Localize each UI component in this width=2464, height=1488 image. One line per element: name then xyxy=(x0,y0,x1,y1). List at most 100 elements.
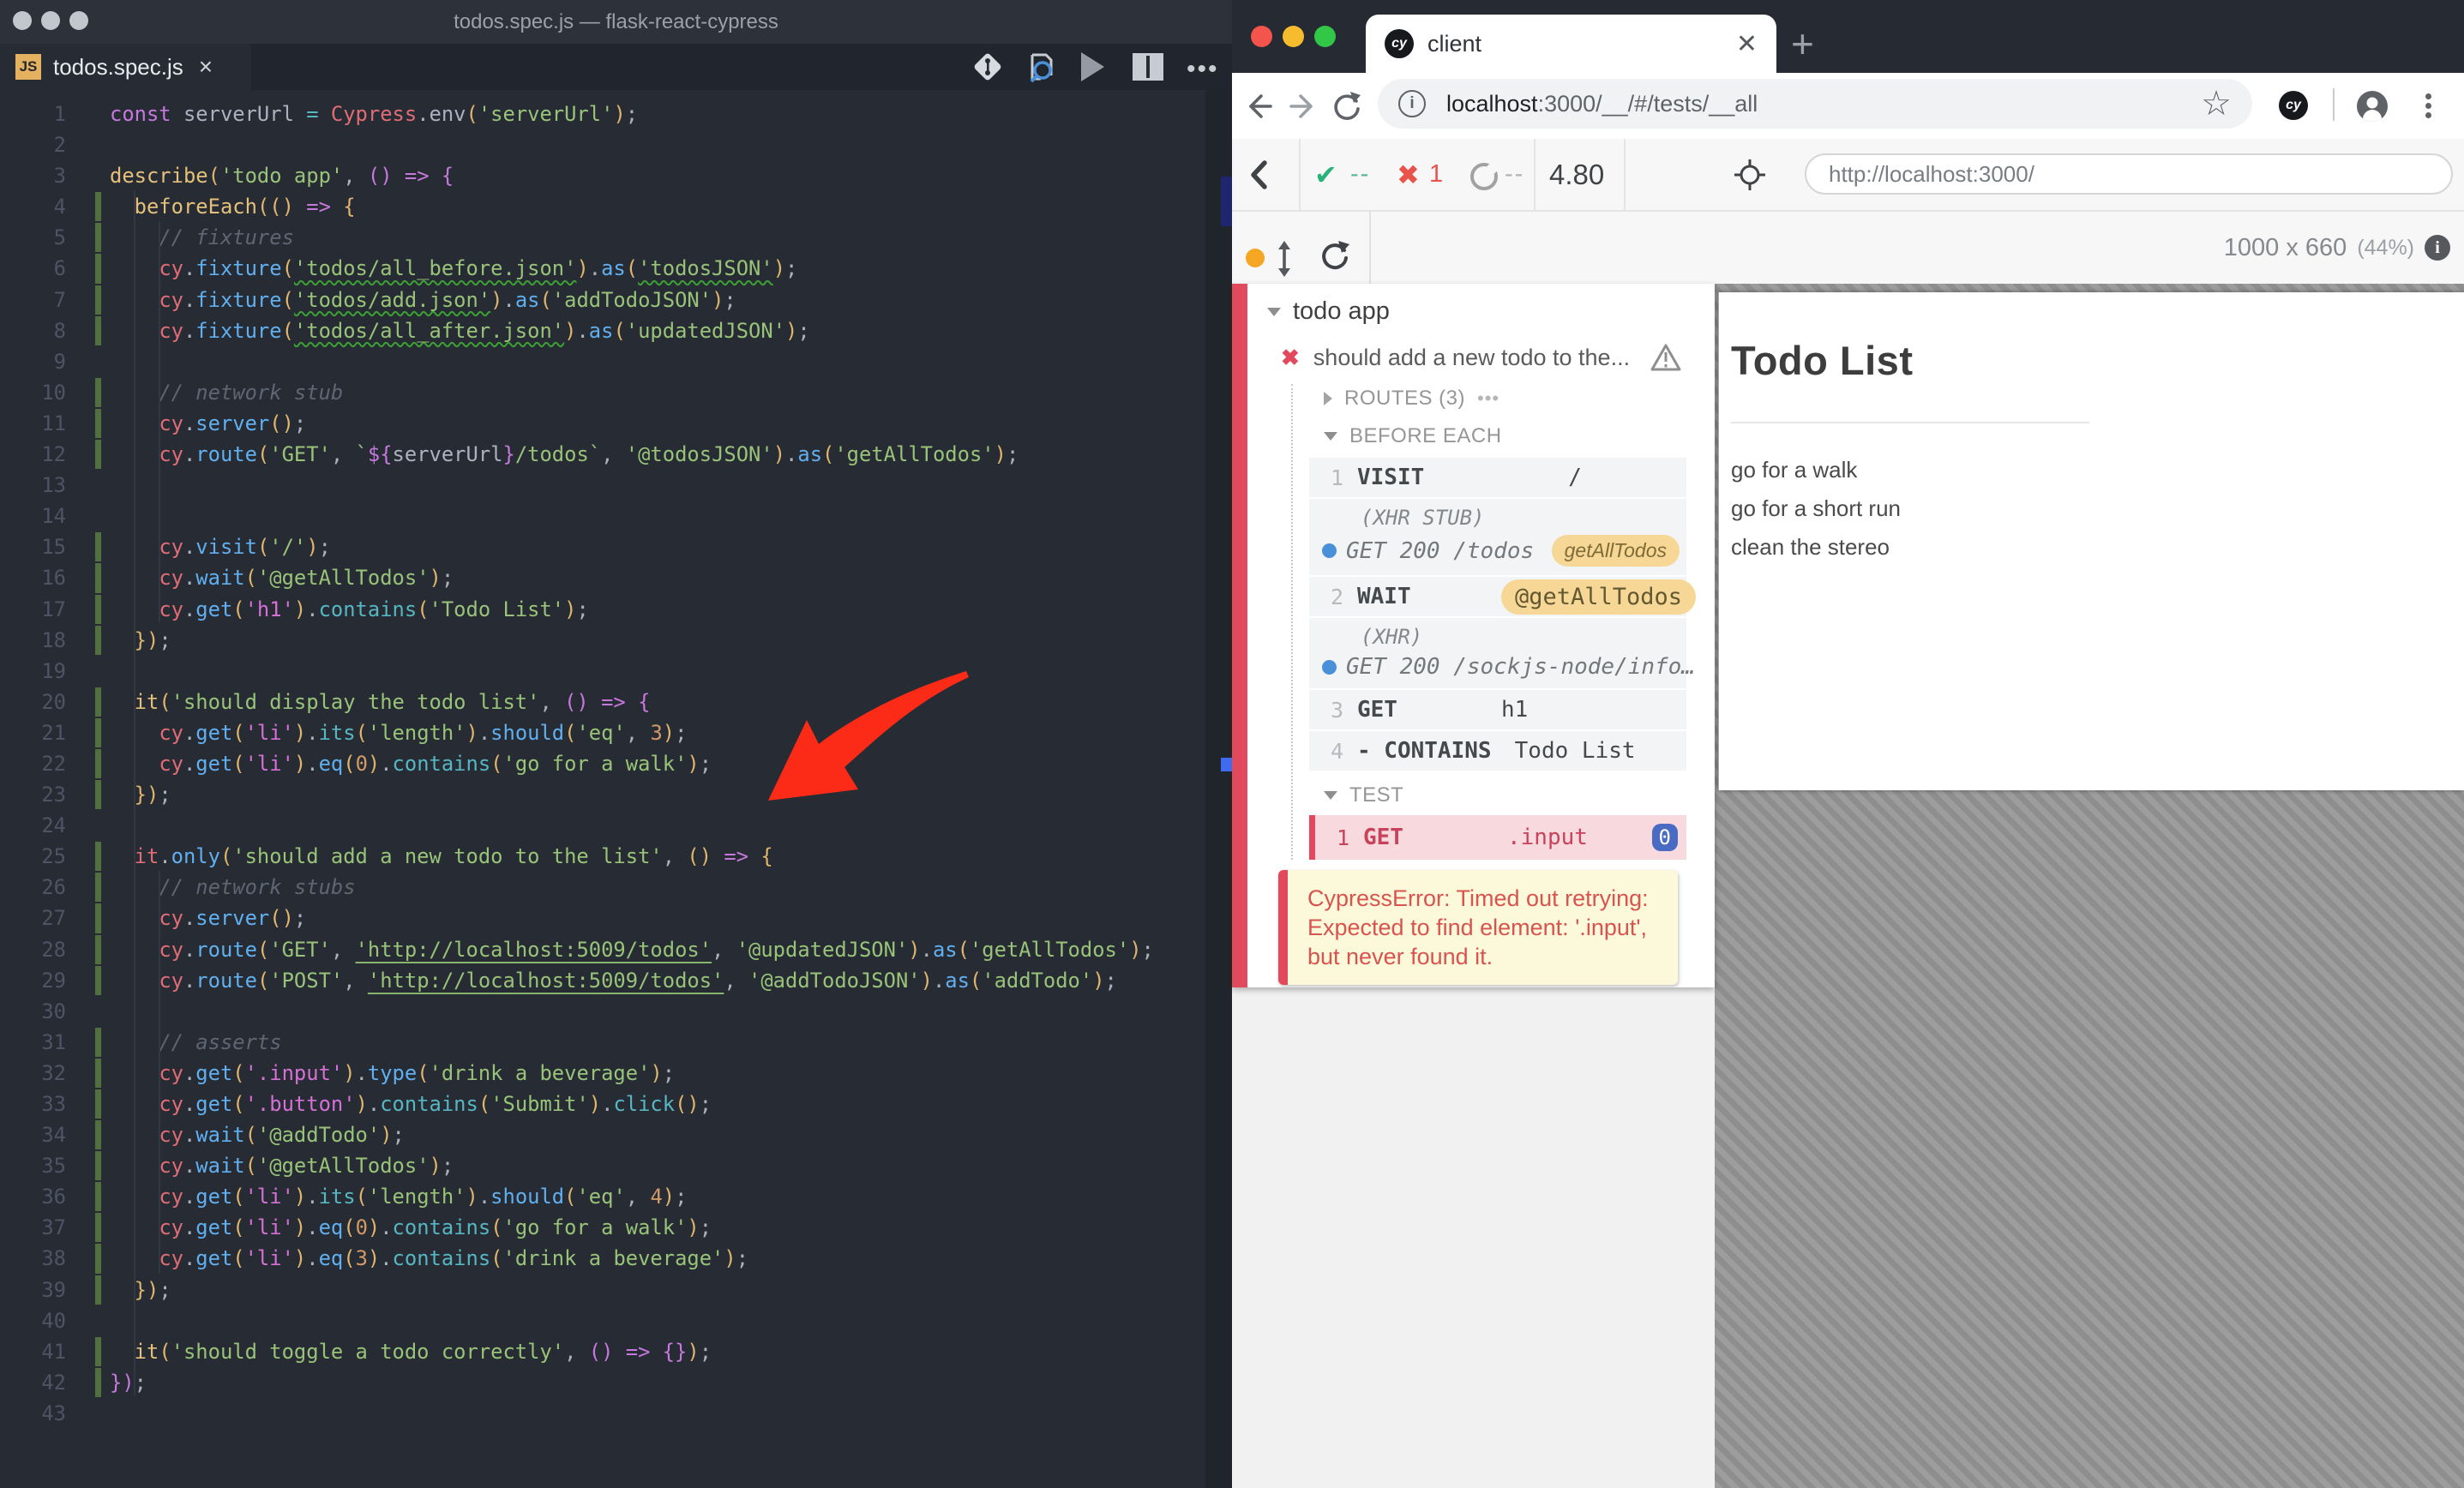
code-line[interactable]: 26 // network stubs xyxy=(0,872,1205,903)
editor-tab-todos-spec[interactable]: JS todos.spec.js × xyxy=(0,44,251,90)
code-line[interactable]: 38 cy.get('li').eq(3).contains('drink a … xyxy=(0,1243,1205,1274)
traffic-light-close-icon[interactable] xyxy=(1251,26,1272,47)
code-line[interactable]: 20 it('should display the todo list', ()… xyxy=(0,687,1205,717)
code-line[interactable]: 21 cy.get('li').its('length').should('eq… xyxy=(0,717,1205,748)
code-line[interactable]: 34 cy.wait('@addTodo'); xyxy=(0,1119,1205,1150)
profile-avatar-icon[interactable] xyxy=(2357,91,2388,122)
more-icon[interactable]: ••• xyxy=(1477,387,1499,410)
run-icon[interactable] xyxy=(1077,50,1108,84)
code-line[interactable]: 10 // network stub xyxy=(0,377,1205,408)
cypress-extension-icon[interactable]: cy xyxy=(2279,91,2308,120)
code-editor[interactable]: 1 const serverUrl = Cypress.env('serverUr… xyxy=(0,99,1205,1429)
page-info-icon[interactable]: i xyxy=(1398,90,1426,117)
code-line[interactable]: 19 xyxy=(0,656,1205,687)
more-actions-icon[interactable]: ••• xyxy=(1187,55,1219,84)
code-line[interactable]: 13 xyxy=(0,470,1205,501)
code-line[interactable]: 16 cy.wait('@getAllTodos'); xyxy=(0,562,1205,593)
code-line[interactable]: 4 beforeEach(() => { xyxy=(0,191,1205,222)
search-editor-icon[interactable] xyxy=(1022,50,1058,86)
forward-icon[interactable] xyxy=(1287,90,1319,123)
before-each-section[interactable]: BEFORE EACH xyxy=(1293,422,1715,451)
routes-section[interactable]: ROUTES (3) ••• xyxy=(1293,384,1715,413)
aut-url-input[interactable]: http://localhost:3000/ xyxy=(1805,153,2453,195)
xhr-row[interactable]: (XHR) GET 200 /sockjs-node/info… xyxy=(1309,618,1695,690)
code-line[interactable]: 40 xyxy=(0,1305,1205,1336)
failed-test-row[interactable]: ✖ should add a new todo to the... xyxy=(1281,343,1682,372)
todo-item[interactable]: clean the stereo xyxy=(1731,528,2464,567)
code-line[interactable]: 17 cy.get('h1').contains('Todo List'); xyxy=(0,594,1205,625)
code-line[interactable]: 5 // fixtures xyxy=(0,222,1205,253)
code-line[interactable]: 24 xyxy=(0,810,1205,841)
command-row[interactable]: 2 WAIT @getAllTodos xyxy=(1309,577,1697,618)
todo-item[interactable]: go for a short run xyxy=(1731,489,2464,528)
back-chevron-icon[interactable] xyxy=(1247,159,1271,190)
code-line[interactable]: 30 xyxy=(0,996,1205,1027)
code-line[interactable]: 25 it.only('should add a new todo to the… xyxy=(0,841,1205,872)
code-line[interactable]: 12 cy.route('GET', `${serverUrl}/todos`,… xyxy=(0,439,1205,470)
suite-todo-app[interactable]: todo app xyxy=(1267,297,1715,326)
caret-down-icon[interactable] xyxy=(1267,307,1281,316)
code-line[interactable]: 2 xyxy=(0,129,1205,160)
address-bar[interactable]: i localhost:3000/__/#/tests/__all ☆ xyxy=(1378,79,2252,129)
reload-icon[interactable] xyxy=(1330,90,1364,124)
editor-scrollbar-gutter[interactable] xyxy=(1205,90,1232,1488)
code-line[interactable]: 18 }); xyxy=(0,625,1205,656)
code-line[interactable]: 31 // asserts xyxy=(0,1027,1205,1058)
caret-down-icon[interactable] xyxy=(1324,791,1337,800)
command-row[interactable]: 3 GET h1 xyxy=(1309,690,1686,731)
code-line[interactable]: 3 describe('todo app', () => { xyxy=(0,160,1205,191)
todo-item[interactable]: go for a walk xyxy=(1731,451,2464,489)
split-editor-icon[interactable] xyxy=(1130,50,1166,84)
code-line[interactable]: 6 cy.fixture('todos/all_before.json').as… xyxy=(0,253,1205,284)
browser-menu-icon[interactable] xyxy=(2425,90,2432,122)
code-line[interactable]: 22 cy.get('li').eq(0).contains('go for a… xyxy=(0,748,1205,779)
close-icon[interactable]: ✕ xyxy=(1736,29,1758,59)
back-icon[interactable] xyxy=(1242,90,1275,123)
caret-down-icon[interactable] xyxy=(1324,432,1337,441)
code-line[interactable]: 9 xyxy=(0,346,1205,377)
warning-icon[interactable] xyxy=(1650,343,1682,372)
bookmark-star-icon[interactable]: ☆ xyxy=(2201,87,2232,121)
traffic-light-zoom-icon[interactable] xyxy=(1314,26,1336,47)
code-line[interactable]: 35 cy.wait('@getAllTodos'); xyxy=(0,1150,1205,1181)
traffic-light-minimize-icon[interactable] xyxy=(1283,26,1304,47)
code-line[interactable]: 28 cy.route('GET', 'http://localhost:500… xyxy=(0,934,1205,965)
code-line[interactable]: 14 xyxy=(0,501,1205,531)
code-line[interactable]: 23 }); xyxy=(0,779,1205,810)
code-token: cy xyxy=(159,318,183,343)
code-line[interactable]: 1 const serverUrl = Cypress.env('serverUr… xyxy=(0,99,1205,129)
code-line[interactable]: 7 cy.fixture('todos/add.json').as('addTo… xyxy=(0,285,1205,315)
browser-tab-client[interactable]: cy client ✕ xyxy=(1366,15,1776,73)
failed-indicator-bar xyxy=(1232,284,1247,987)
url-text[interactable]: localhost:3000/__/#/tests/__all xyxy=(1446,91,1758,117)
command-row[interactable]: 4 - CONTAINS Todo List xyxy=(1309,731,1686,772)
code-line[interactable]: 15 cy.visit('/'); xyxy=(0,531,1205,562)
new-tab-icon[interactable]: + xyxy=(1791,24,1814,63)
error-message[interactable]: CypressError: Timed out retrying: Expect… xyxy=(1278,870,1678,985)
viewport-info-icon[interactable]: i xyxy=(2425,235,2450,261)
code-line[interactable]: 11 cy.server(); xyxy=(0,408,1205,439)
code-line[interactable]: 29 cy.route('POST', 'http://localhost:50… xyxy=(0,965,1205,996)
code-line[interactable]: 42}); xyxy=(0,1367,1205,1398)
failed-command-row[interactable]: 1 GET .input 0 xyxy=(1309,815,1686,860)
code-line[interactable]: 36 cy.get('li').its('length').should('eq… xyxy=(0,1181,1205,1212)
code-line[interactable]: 41 it('should toggle a todo correctly', … xyxy=(0,1336,1205,1367)
code-token: . xyxy=(183,751,196,776)
line-number: 38 xyxy=(41,1246,66,1271)
viewport-scale-icon[interactable] xyxy=(1275,241,1294,277)
caret-right-icon[interactable] xyxy=(1324,392,1332,405)
test-section[interactable]: TEST xyxy=(1293,781,1715,810)
close-icon[interactable]: × xyxy=(199,53,213,81)
code-line[interactable]: 39 }); xyxy=(0,1275,1205,1305)
selector-playground-icon[interactable] xyxy=(1734,159,1765,190)
code-line[interactable]: 37 cy.get('li').eq(0).contains('go for a… xyxy=(0,1212,1205,1243)
code-line[interactable]: 8 cy.fixture('todos/all_after.json').as(… xyxy=(0,315,1205,346)
code-line[interactable]: 33 cy.get('.button').contains('Submit').… xyxy=(0,1089,1205,1119)
source-control-icon[interactable] xyxy=(971,50,1005,84)
code-line[interactable]: 27 cy.server(); xyxy=(0,903,1205,933)
xhr-row[interactable]: (XHR STUB) GET 200 /todos getAllTodos xyxy=(1309,499,1686,577)
restart-tests-icon[interactable] xyxy=(1318,240,1352,274)
code-line[interactable]: 32 cy.get('.input').type('drink a bevera… xyxy=(0,1058,1205,1089)
code-line[interactable]: 43 xyxy=(0,1398,1205,1429)
command-row[interactable]: 1 VISIT / xyxy=(1309,458,1686,499)
